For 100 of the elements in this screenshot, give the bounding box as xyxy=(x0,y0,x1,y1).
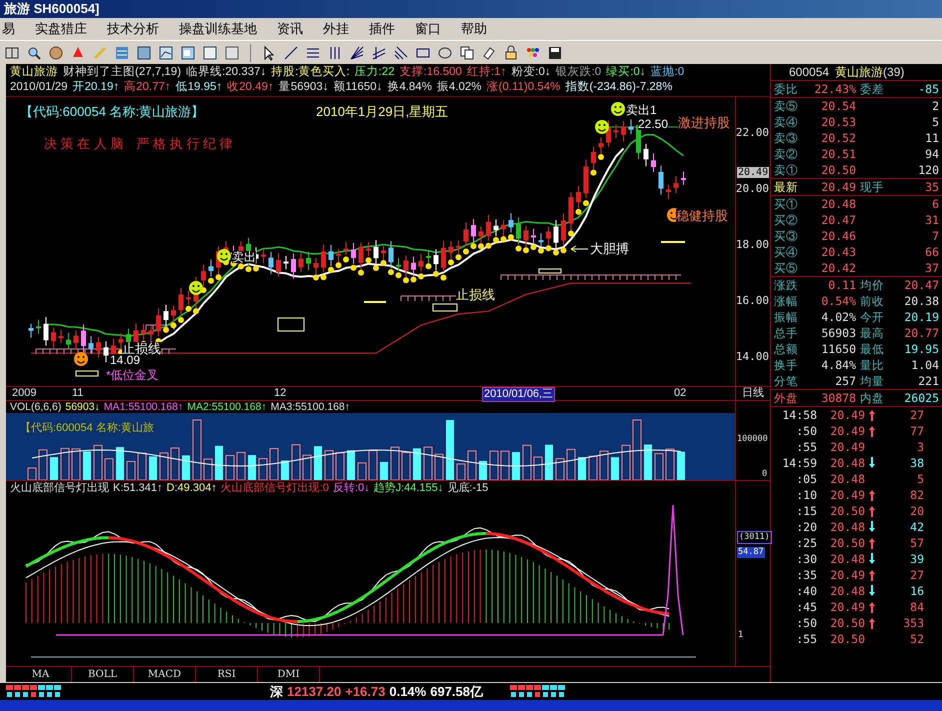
signal-label: 卖出 xyxy=(232,251,256,263)
quote-value: -85 xyxy=(917,81,939,97)
quote-value: 20.46 xyxy=(820,228,856,244)
indicator-stat: 火山底部信号灯出现 xyxy=(10,481,109,495)
date-cursor-label: 2010/01/06,三 xyxy=(482,387,556,402)
stock-code: 600054 xyxy=(789,64,830,80)
quote-value: 257 xyxy=(834,373,856,389)
tick-price: 20.48 xyxy=(829,455,865,471)
quote-label: 振幅 xyxy=(774,309,799,325)
tick-time: :30 xyxy=(795,551,818,567)
info-text: 绿买:0↓ xyxy=(606,65,646,80)
info-text: 银灰跌:0 xyxy=(556,65,602,80)
tick-time: :15 xyxy=(795,503,818,519)
quote-label: 买① xyxy=(774,196,799,212)
menu-item[interactable]: 插件 xyxy=(367,19,397,39)
tick-time: :20 xyxy=(795,519,818,535)
quote-value: 5 xyxy=(931,114,939,130)
info-text: 指数(-234.86)-7.28% xyxy=(565,80,672,95)
quote-value: 20.77 xyxy=(903,325,939,341)
menu-item[interactable]: 易 xyxy=(0,19,17,39)
quote-label: 卖① xyxy=(774,162,799,178)
tick-volume: 38 xyxy=(909,455,924,471)
quote-value: 66 xyxy=(924,244,939,260)
quote-value: 20.52 xyxy=(820,130,856,146)
quote-label: 委差 xyxy=(859,81,885,97)
menu-item[interactable]: 资讯 xyxy=(275,19,305,39)
quote-value: 0.54% xyxy=(820,293,856,309)
quote-label: 均量 xyxy=(859,373,885,389)
quote-label: 买⑤ xyxy=(774,260,799,276)
signal-label: 大胆搏 xyxy=(590,242,629,255)
window-title: 旅游 SH600054] xyxy=(4,0,100,18)
menu-item[interactable]: 窗口 xyxy=(413,19,443,39)
quote-label: 涨跌 xyxy=(774,277,799,293)
menu-item[interactable]: 帮助 xyxy=(459,19,489,39)
price-label: 14.09 xyxy=(110,354,140,366)
tick-price: 20.49 xyxy=(829,567,865,583)
quote-label: 卖⑤ xyxy=(774,98,799,114)
quote-value: 20.47 xyxy=(903,277,939,293)
quote-value: 20.38 xyxy=(903,293,939,309)
info-text: 蓝抛:0 xyxy=(650,65,684,80)
info-text: 振4.02% xyxy=(436,80,482,95)
info-text: 2010/01/29 xyxy=(10,80,68,95)
quote-value: 31 xyxy=(924,212,939,228)
tick-volume: 52 xyxy=(909,631,924,647)
info-text: 黄山旅游 xyxy=(10,65,58,80)
tick-time: :05 xyxy=(795,471,818,487)
quote-value: 20.42 xyxy=(820,260,856,276)
menu-item[interactable]: 操盘训练基地 xyxy=(177,19,259,39)
menu-item[interactable]: 实盘猎庄 xyxy=(33,19,89,39)
quote-value: 20.49 xyxy=(820,179,856,195)
tick-price: 20.49 xyxy=(829,599,865,615)
menu-item[interactable]: 外挂 xyxy=(321,19,351,39)
quote-label: 总额 xyxy=(774,341,799,357)
quote-label: 卖③ xyxy=(774,130,799,146)
quote-value: 20.47 xyxy=(820,212,856,228)
tick-volume: 77 xyxy=(909,423,924,439)
tick-time: :50 xyxy=(795,423,818,439)
quote-value: 4.84% xyxy=(820,357,856,373)
volume-stat: 56903↓ xyxy=(65,401,100,413)
info-text: 量56903↓ xyxy=(278,80,328,95)
info-text: 支撑:16.500 xyxy=(400,65,462,80)
quote-value: 94 xyxy=(924,146,939,162)
quote-value: 20.51 xyxy=(820,146,856,162)
volume-stat: MA2:55100.168↑ xyxy=(187,401,267,413)
volume-stat: VOL(6,6,6) xyxy=(10,401,62,413)
indicator-stat: 趋势J:44.155↓ xyxy=(374,481,444,495)
tick-volume: 42 xyxy=(909,519,924,535)
quote-value: 30878 xyxy=(820,390,856,406)
quote-value: 221 xyxy=(917,373,939,389)
tick-time: :35 xyxy=(795,567,818,583)
info-text: 持股:黄色买入: xyxy=(271,65,350,80)
quote-value: 20.19 xyxy=(903,309,939,325)
quote-label: 换手 xyxy=(774,357,799,373)
quote-value: 37 xyxy=(924,260,939,276)
tick-volume: 27 xyxy=(909,407,924,423)
info-text: 高20.77↑ xyxy=(124,80,171,95)
quote-value: 11 xyxy=(924,130,939,146)
tick-volume: 82 xyxy=(909,487,924,503)
price-label: 22.50 xyxy=(638,118,668,130)
quote-value: 26025 xyxy=(903,390,939,406)
tick-volume: 84 xyxy=(909,599,924,615)
tick-volume: 3 xyxy=(916,439,924,455)
tick-price: 20.48 xyxy=(829,583,865,599)
axis-label: 1 xyxy=(737,630,744,641)
current-price-tag: 20.49 xyxy=(737,167,770,178)
status-text: 12137.20 xyxy=(287,683,342,700)
quote-value: 11650 xyxy=(820,341,856,357)
quote-label: 买② xyxy=(774,212,799,228)
tick-price: 20.49 xyxy=(829,423,865,439)
signal-label: 激进持股 xyxy=(678,116,730,129)
quote-label: 外盘 xyxy=(774,390,799,406)
signal-label: 稳健持股 xyxy=(676,209,728,222)
quote-value: 0.11 xyxy=(827,277,856,293)
tick-time: :55 xyxy=(795,439,818,455)
stop-loss-label: 止损线 xyxy=(122,342,161,355)
quote-label: 均价 xyxy=(859,277,885,293)
slogan-text: 决 策 在 人 脑 严 格 执 行 纪 律 xyxy=(44,137,233,150)
date-label: 2010年1月29日,星期五 xyxy=(316,105,448,118)
menu-item[interactable]: 技术分析 xyxy=(105,19,161,39)
quote-value: 2 xyxy=(931,98,939,114)
